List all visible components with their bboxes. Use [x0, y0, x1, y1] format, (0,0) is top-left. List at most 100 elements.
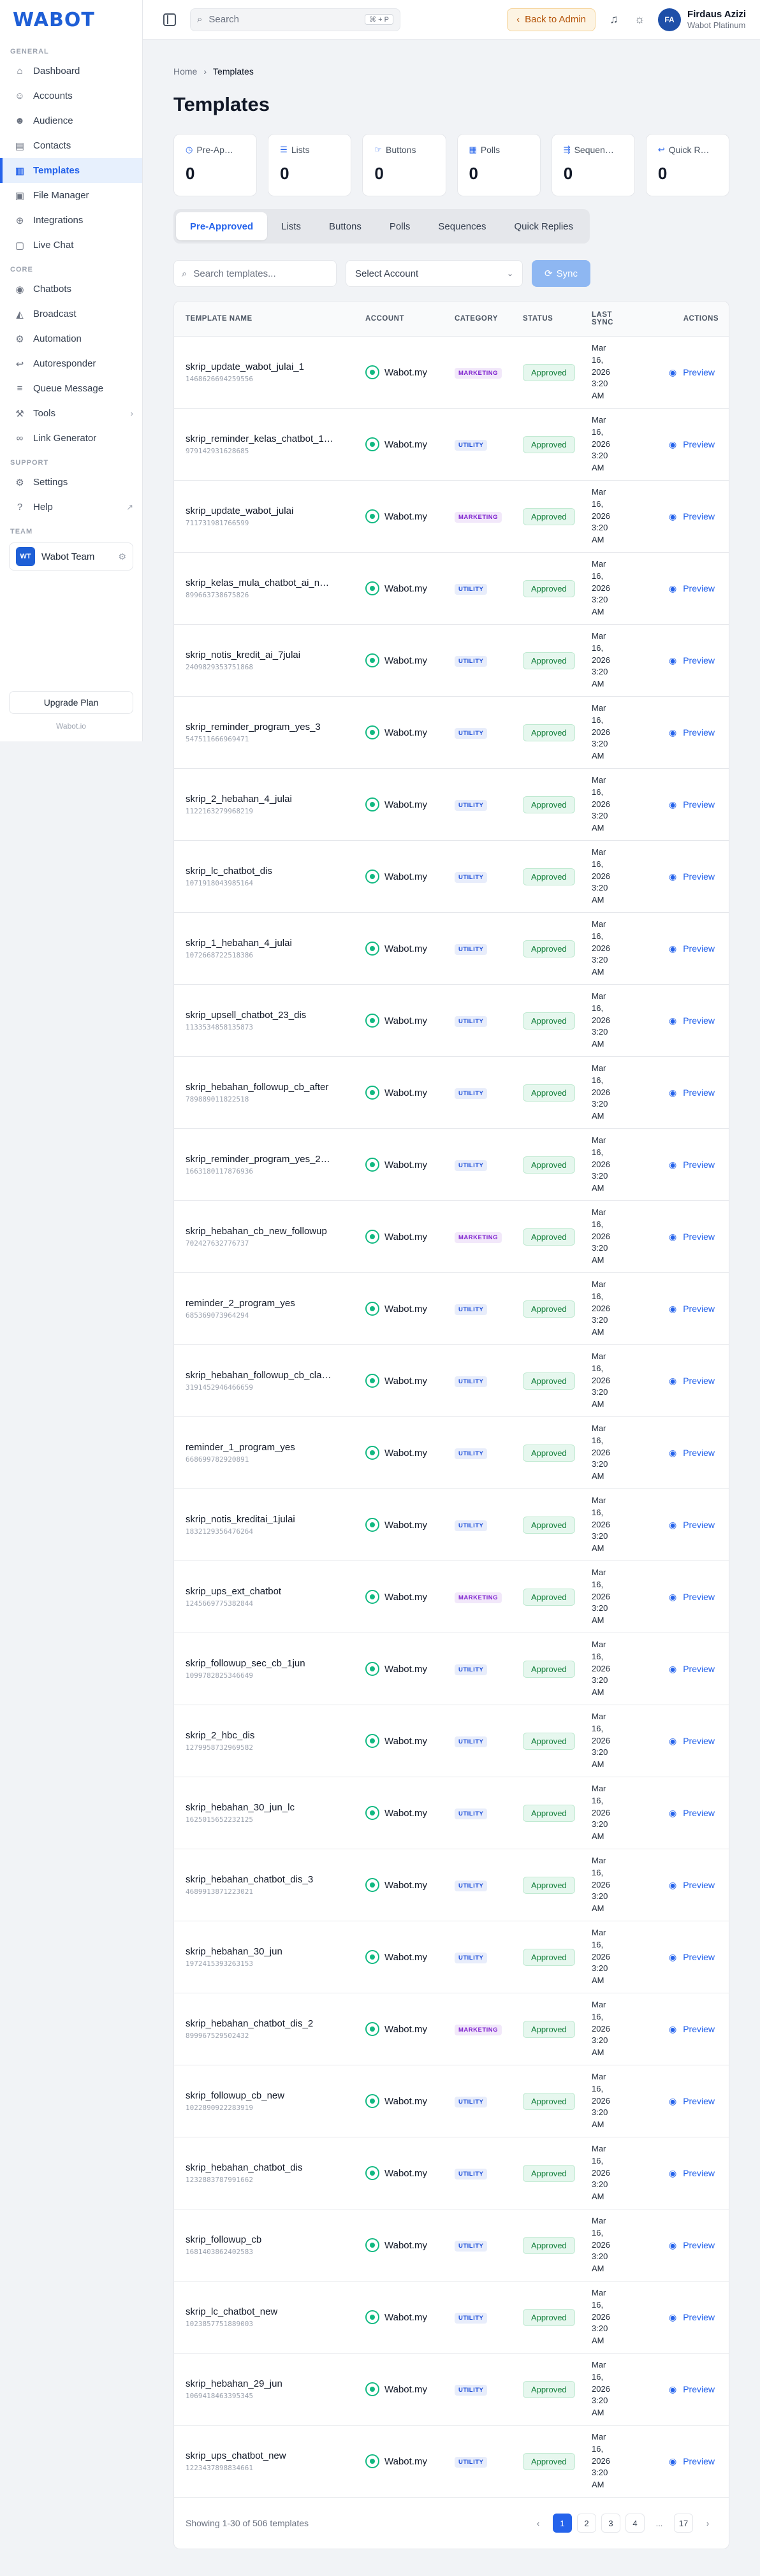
- template-name[interactable]: skrip_ups_ext_chatbot: [186, 1586, 339, 1597]
- preview-button[interactable]: ◉ Preview: [669, 1304, 715, 1314]
- logo[interactable]: WABOT: [0, 0, 142, 40]
- preview-button[interactable]: ◉ Preview: [669, 1015, 715, 1026]
- preview-button[interactable]: ◉ Preview: [669, 2312, 715, 2323]
- template-name[interactable]: skrip_ups_chatbot_new: [186, 2450, 339, 2461]
- template-name[interactable]: reminder_2_program_yes: [186, 1298, 339, 1309]
- preview-button[interactable]: ◉ Preview: [669, 439, 715, 450]
- template-name[interactable]: skrip_notis_kredit_ai_7julai: [186, 650, 339, 660]
- breadcrumb-home[interactable]: Home: [173, 66, 197, 76]
- sidebar-item-tools[interactable]: ⚒ Tools ›: [0, 401, 142, 426]
- sidebar-item-dashboard[interactable]: ⌂ Dashboard: [0, 59, 142, 84]
- page-button[interactable]: 4: [625, 2514, 645, 2533]
- sidebar-item-live-chat[interactable]: ▢ Live Chat: [0, 233, 142, 258]
- preview-button[interactable]: ◉ Preview: [669, 2168, 715, 2179]
- template-name[interactable]: skrip_hebahan_cb_new_followup: [186, 1226, 339, 1237]
- sidebar-item-automation[interactable]: ⚙ Automation: [0, 326, 142, 351]
- template-search-input[interactable]: ⌕ Search templates...: [173, 260, 337, 287]
- sidebar-item-accounts[interactable]: ☺ Accounts: [0, 84, 142, 108]
- template-name[interactable]: skrip_update_wabot_julai: [186, 506, 339, 516]
- template-name[interactable]: skrip_hebahan_30_jun: [186, 1946, 339, 1957]
- preview-button[interactable]: ◉ Preview: [669, 1736, 715, 1747]
- sync-button[interactable]: ⟳ Sync: [532, 260, 590, 287]
- template-name[interactable]: skrip_2_hbc_dis: [186, 1730, 339, 1741]
- account-select[interactable]: Select Account ⌄: [346, 260, 523, 287]
- sidebar-item-contacts[interactable]: ▤ Contacts: [0, 133, 142, 158]
- page-button[interactable]: 1: [553, 2514, 572, 2533]
- template-name[interactable]: skrip_hebahan_followup_cb_after: [186, 1082, 339, 1093]
- template-name[interactable]: skrip_reminder_kelas_chatbot_1…: [186, 433, 339, 444]
- template-name[interactable]: skrip_hebahan_chatbot_dis_2: [186, 2018, 339, 2029]
- template-name[interactable]: skrip_notis_kreditai_1julai: [186, 1514, 339, 1525]
- preview-button[interactable]: ◉ Preview: [669, 1952, 715, 1963]
- sidebar-item-file-manager[interactable]: ▣ File Manager: [0, 183, 142, 208]
- template-name[interactable]: skrip_2_hebahan_4_julai: [186, 794, 339, 804]
- preview-button[interactable]: ◉ Preview: [669, 1664, 715, 1675]
- header-last-sync[interactable]: LAST SYNC: [592, 311, 627, 326]
- template-name[interactable]: skrip_reminder_program_yes_2…: [186, 1154, 339, 1165]
- back-to-admin-button[interactable]: ‹ Back to Admin: [507, 8, 596, 31]
- template-name[interactable]: skrip_1_hebahan_4_julai: [186, 938, 339, 949]
- sidebar-item-broadcast[interactable]: ◭ Broadcast: [0, 302, 142, 326]
- preview-button[interactable]: ◉ Preview: [669, 1160, 715, 1170]
- sidebar-item-help[interactable]: ? Help ↗: [0, 495, 142, 520]
- next-page-icon[interactable]: ›: [698, 2514, 717, 2533]
- sidebar-item-integrations[interactable]: ⊕ Integrations: [0, 208, 142, 233]
- upgrade-plan-button[interactable]: Upgrade Plan: [9, 691, 133, 714]
- preview-button[interactable]: ◉ Preview: [669, 1808, 715, 1819]
- preview-button[interactable]: ◉ Preview: [669, 1592, 715, 1603]
- prev-page-icon[interactable]: ‹: [529, 2514, 548, 2533]
- tab-quick-replies[interactable]: Quick Replies: [500, 212, 587, 240]
- template-name[interactable]: skrip_hebahan_followup_cb_cla…: [186, 1370, 339, 1381]
- preview-button[interactable]: ◉ Preview: [669, 2096, 715, 2107]
- template-name[interactable]: skrip_followup_sec_cb_1jun: [186, 1658, 339, 1669]
- preview-button[interactable]: ◉ Preview: [669, 1520, 715, 1531]
- template-name[interactable]: skrip_hebahan_30_jun_lc: [186, 1802, 339, 1813]
- global-search-input[interactable]: ⌕ Search ⌘ + P: [190, 8, 400, 31]
- preview-button[interactable]: ◉ Preview: [669, 727, 715, 738]
- template-name[interactable]: skrip_followup_cb: [186, 2234, 339, 2245]
- page-button[interactable]: 17: [674, 2514, 693, 2533]
- preview-button[interactable]: ◉ Preview: [669, 1232, 715, 1242]
- template-name[interactable]: skrip_upsell_chatbot_23_dis: [186, 1010, 339, 1021]
- sidebar-item-settings[interactable]: ⚙ Settings: [0, 470, 142, 495]
- bell-icon[interactable]: ♫: [607, 13, 621, 27]
- header-status[interactable]: STATUS: [523, 315, 592, 323]
- preview-button[interactable]: ◉ Preview: [669, 2384, 715, 2395]
- preview-button[interactable]: ◉ Preview: [669, 511, 715, 522]
- team-settings-icon[interactable]: ⚙: [118, 551, 126, 562]
- header-template-name[interactable]: TEMPLATE NAME: [174, 315, 365, 323]
- preview-button[interactable]: ◉ Preview: [669, 2240, 715, 2251]
- preview-button[interactable]: ◉ Preview: [669, 655, 715, 666]
- template-name[interactable]: skrip_followup_cb_new: [186, 2090, 339, 2101]
- template-name[interactable]: reminder_1_program_yes: [186, 1442, 339, 1453]
- tab-polls[interactable]: Polls: [376, 212, 425, 240]
- template-name[interactable]: skrip_hebahan_chatbot_dis_3: [186, 1874, 339, 1885]
- tab-sequences[interactable]: Sequences: [424, 212, 500, 240]
- template-name[interactable]: skrip_hebahan_29_jun: [186, 2378, 339, 2389]
- tab-lists[interactable]: Lists: [267, 212, 315, 240]
- preview-button[interactable]: ◉ Preview: [669, 2024, 715, 2035]
- template-name[interactable]: skrip_lc_chatbot_dis: [186, 866, 339, 877]
- preview-button[interactable]: ◉ Preview: [669, 2456, 715, 2467]
- preview-button[interactable]: ◉ Preview: [669, 1376, 715, 1386]
- sidebar-toggle-icon[interactable]: [163, 13, 176, 26]
- template-name[interactable]: skrip_update_wabot_julai_1: [186, 361, 339, 372]
- page-button[interactable]: 3: [601, 2514, 620, 2533]
- template-name[interactable]: skrip_kelas_mula_chatbot_ai_n…: [186, 578, 339, 588]
- preview-button[interactable]: ◉ Preview: [669, 943, 715, 954]
- sidebar-item-queue-message[interactable]: ≡ Queue Message: [0, 376, 142, 401]
- preview-button[interactable]: ◉ Preview: [669, 367, 715, 378]
- sidebar-item-templates[interactable]: ▥ Templates: [0, 158, 142, 183]
- tab-buttons[interactable]: Buttons: [315, 212, 376, 240]
- sidebar-item-audience[interactable]: ☻ Audience: [0, 108, 142, 133]
- preview-button[interactable]: ◉ Preview: [669, 583, 715, 594]
- preview-button[interactable]: ◉ Preview: [669, 799, 715, 810]
- sun-icon[interactable]: ☼: [632, 13, 647, 27]
- site-link[interactable]: Wabot.io: [0, 722, 142, 731]
- preview-button[interactable]: ◉ Preview: [669, 871, 715, 882]
- team-switcher[interactable]: WT Wabot Team ⚙: [9, 542, 133, 571]
- preview-button[interactable]: ◉ Preview: [669, 1880, 715, 1891]
- sidebar-item-chatbots[interactable]: ◉ Chatbots: [0, 277, 142, 302]
- tab-pre-approved[interactable]: Pre-Approved: [176, 212, 268, 240]
- template-name[interactable]: skrip_hebahan_chatbot_dis: [186, 2162, 339, 2173]
